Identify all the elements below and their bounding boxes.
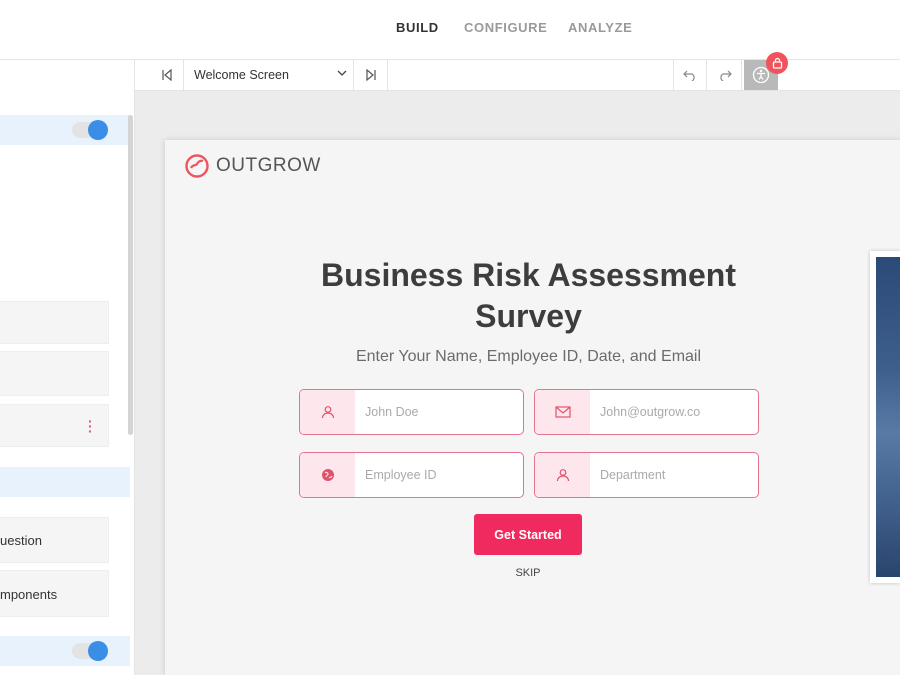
email-field[interactable]: John@outgrow.co bbox=[534, 389, 759, 435]
brand-logo: OUTGROW bbox=[184, 153, 321, 179]
last-screen-icon bbox=[365, 69, 376, 81]
screen-select-value: Welcome Screen bbox=[194, 68, 289, 82]
kebab-menu-icon[interactable]: · · · bbox=[88, 414, 93, 438]
title-line-1: Business Risk Assessment bbox=[320, 257, 736, 293]
screen-select[interactable]: Welcome Screen bbox=[184, 60, 354, 90]
sidebar-item-label: mponents bbox=[0, 587, 58, 602]
lock-badge[interactable] bbox=[766, 52, 788, 74]
department-field[interactable]: Department bbox=[534, 452, 759, 498]
field-placeholder: Employee ID bbox=[365, 468, 437, 482]
top-nav: BUILD CONFIGURE ANALYZE bbox=[0, 0, 900, 60]
sidebar-card-2[interactable] bbox=[0, 351, 109, 396]
editor-toolbar: Welcome Screen bbox=[135, 52, 900, 91]
title-line-2: Survey bbox=[475, 298, 582, 334]
sidebar-card-1[interactable] bbox=[0, 301, 109, 344]
field-icon-bg bbox=[535, 390, 590, 434]
undo-icon bbox=[683, 70, 695, 81]
sidebar: · · · uestion mponents bbox=[0, 60, 135, 675]
outgrow-logo-icon bbox=[185, 154, 209, 178]
toggle-knob bbox=[88, 120, 108, 140]
lock-icon bbox=[772, 57, 782, 69]
field-icon-bg bbox=[300, 390, 355, 434]
toggle-knob bbox=[88, 641, 108, 661]
user-icon bbox=[321, 406, 334, 419]
user-icon bbox=[556, 469, 569, 482]
field-placeholder: Department bbox=[600, 468, 666, 482]
page-subtitle: Enter Your Name, Employee ID, Date, and … bbox=[355, 348, 702, 365]
sidebar-section-header bbox=[0, 115, 130, 145]
get-started-button[interactable]: Get Started bbox=[474, 514, 582, 555]
welcome-screen-preview: OUTGROW Business Risk Assessment Survey … bbox=[165, 140, 900, 675]
logo-text: OUTGROW bbox=[216, 155, 321, 176]
side-image-frame[interactable] bbox=[870, 251, 900, 583]
globe-icon bbox=[321, 469, 334, 481]
side-image bbox=[876, 257, 900, 577]
first-screen-icon bbox=[161, 69, 172, 81]
redo-icon bbox=[719, 70, 732, 81]
sidebar-item-label: uestion bbox=[0, 533, 42, 548]
undo-button[interactable] bbox=[673, 60, 707, 90]
tab-analyze[interactable]: ANALYZE bbox=[568, 20, 632, 35]
field-icon-bg bbox=[300, 453, 355, 497]
field-placeholder: John@outgrow.co bbox=[600, 405, 701, 419]
redo-button[interactable] bbox=[708, 60, 742, 90]
sidebar-section-header-3 bbox=[0, 636, 130, 666]
sidebar-item-question[interactable]: uestion bbox=[0, 517, 109, 563]
sidebar-item-components[interactable]: mponents bbox=[0, 570, 109, 617]
last-screen-button[interactable] bbox=[354, 60, 388, 90]
sidebar-toggle-2[interactable] bbox=[72, 641, 108, 661]
page-title: Business Risk Assessment Survey bbox=[165, 255, 892, 337]
first-screen-button[interactable] bbox=[150, 60, 184, 90]
employee-id-field[interactable]: Employee ID bbox=[299, 452, 524, 498]
skip-link[interactable]: SKIP bbox=[474, 567, 582, 579]
chevron-down-icon bbox=[337, 68, 347, 80]
sidebar-scrollbar[interactable] bbox=[128, 115, 133, 435]
field-placeholder: John Doe bbox=[365, 405, 419, 419]
sidebar-toggle-1[interactable] bbox=[72, 120, 108, 140]
tab-build[interactable]: BUILD bbox=[396, 20, 439, 35]
sidebar-section-header-2 bbox=[0, 467, 130, 497]
tab-configure[interactable]: CONFIGURE bbox=[464, 20, 547, 35]
field-icon-bg bbox=[535, 453, 590, 497]
envelope-icon bbox=[554, 406, 571, 418]
name-field[interactable]: John Doe bbox=[299, 389, 524, 435]
sidebar-card-3[interactable]: · · · bbox=[0, 404, 109, 447]
